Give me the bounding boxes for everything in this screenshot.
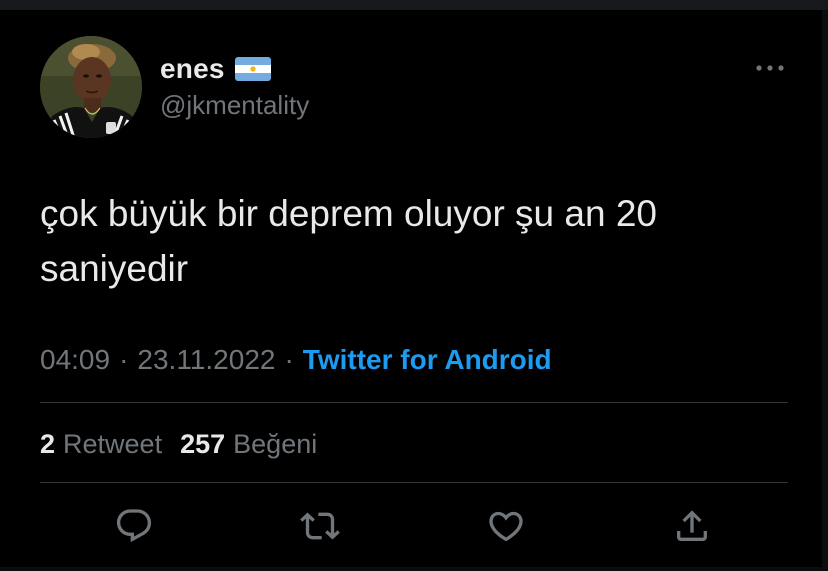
- retweet-count: 2: [40, 428, 56, 459]
- speech-bubble-icon: [116, 509, 152, 543]
- more-options-button[interactable]: [752, 56, 788, 80]
- share-button[interactable]: [670, 504, 714, 548]
- meta-separator: ·: [119, 344, 129, 375]
- divider: [40, 402, 788, 403]
- tweet-source-link[interactable]: Twitter for Android: [303, 344, 552, 376]
- like-label: Beğeni: [233, 428, 318, 459]
- retweet-stat[interactable]: 2 Retweet: [40, 429, 162, 460]
- tweet-date[interactable]: 23.11.2022: [137, 344, 275, 376]
- tweet-meta: 04:09 · 23.11.2022 · Twitter for Android: [40, 340, 552, 380]
- author-name-row: enes: [160, 52, 309, 86]
- divider: [40, 482, 788, 483]
- argentina-flag-icon: [234, 57, 271, 81]
- tweet-header: enes @jkmentality: [160, 52, 309, 121]
- retweet-label: Retweet: [63, 428, 163, 459]
- author-handle[interactable]: @jkmentality: [160, 90, 309, 121]
- like-stat[interactable]: 257 Beğeni: [180, 429, 317, 460]
- retweet-arrows-icon: [300, 512, 340, 540]
- tweet-time[interactable]: 04:09: [40, 344, 110, 376]
- tweet-actions: [40, 500, 788, 550]
- retweet-button[interactable]: [298, 504, 342, 548]
- share-upload-icon: [677, 510, 707, 541]
- like-button[interactable]: [484, 504, 528, 548]
- tweet-text: çok büyük bir deprem oluyor şu an 20 san…: [40, 193, 668, 289]
- more-horizontal-icon: [756, 65, 784, 71]
- author-display-name[interactable]: enes: [160, 53, 225, 85]
- tweet-card: enes @jkmentality çok büyük bir deprem o…: [0, 0, 828, 571]
- avatar-photo-icon: [40, 36, 142, 138]
- reply-button[interactable]: [112, 504, 156, 548]
- like-count: 257: [180, 428, 226, 459]
- heart-icon: [489, 511, 523, 542]
- tweet-stats: 2 Retweet 257 Beğeni: [40, 422, 317, 466]
- avatar[interactable]: [40, 36, 142, 138]
- meta-separator: ·: [284, 344, 294, 375]
